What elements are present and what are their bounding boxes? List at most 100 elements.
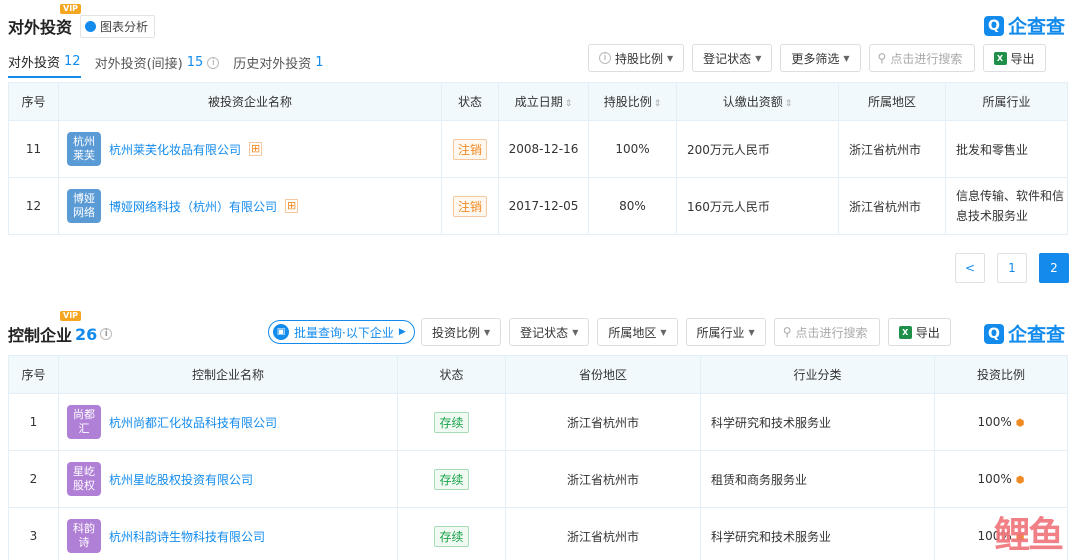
date-cell: 2008-12-16 [498, 120, 589, 178]
table-row: 12 博娅网络 博娅网络科技（杭州）有限公司 ⊞ 注销 2017-12-05 8… [8, 177, 1068, 235]
table-header-row: 序号 被投资企业名称 状态 成立日期 ⇕ 持股比例 ⇕ 认缴出资额 ⇕ 所属地区 所属… [8, 82, 1068, 121]
table-row: 2 星屹股权 杭州星屹股权投资有限公司 存续 浙江省杭州市 租赁和商务服务业 1… [8, 450, 1068, 508]
search-placeholder: 点击进行搜索 [890, 51, 963, 66]
status-badge: 存续 [434, 411, 469, 433]
search-input[interactable]: ⚲ 点击进行搜索 [868, 44, 975, 72]
tab-history-investment[interactable]: 历史对外投资 1 [233, 52, 323, 78]
company-link[interactable]: 杭州尚都汇化妆品科技有限公司 [109, 414, 277, 431]
status-cell: 存续 [397, 393, 506, 451]
row-number: 2 [8, 450, 59, 508]
caret-down-icon: ▼ [484, 327, 491, 337]
page-button-current[interactable]: 2 [1039, 253, 1069, 283]
equity-chain-icon[interactable]: ⬢ [1016, 475, 1025, 486]
prev-page-button[interactable]: < [955, 253, 985, 283]
status-filter[interactable]: 登记状态 ▼ [509, 318, 590, 346]
info-icon[interactable]: i [100, 328, 113, 340]
shareholding-filter[interactable]: i 持股比例 ▼ [588, 44, 685, 72]
caret-down-icon: ▼ [748, 327, 755, 337]
batch-query-label: 批量查询·以下企业 [294, 325, 394, 340]
arrow-right-icon: ▶ [398, 327, 406, 337]
col-header-label: 持股比例 [603, 95, 652, 109]
tab-label: 对外投资 [8, 56, 61, 71]
company-avatar: 博娅网络 [67, 189, 101, 223]
col-header-sortable[interactable]: 持股比例 ⇕ [588, 82, 677, 121]
export-button[interactable]: X 导出 [887, 318, 951, 346]
ratio-value: 100% [977, 472, 1012, 486]
vip-badge: VIP [60, 311, 82, 321]
industry-cell: 信息传输、软件和信息技术服务业 [945, 177, 1068, 235]
investment-table: 序号 被投资企业名称 状态 成立日期 ⇕ 持股比例 ⇕ 认缴出资额 ⇕ 所属地区 所属… [8, 82, 1068, 235]
tab-count: 12 [64, 54, 81, 69]
row-number: 12 [8, 177, 59, 235]
col-header: 序号 [8, 82, 59, 121]
investment-toolbar: i 持股比例 ▼ 登记状态 ▼ 更多筛选 ▼ ⚲ 点击进行搜索 X 导出 [588, 44, 1046, 72]
filter-label: 更多筛选 [791, 51, 840, 66]
company-link[interactable]: 博娅网络科技（杭州）有限公司 [109, 198, 277, 215]
col-header: 状态 [397, 355, 506, 394]
search-icon: ⚲ [877, 51, 887, 65]
pagination: < 1 2 [955, 253, 1069, 283]
sort-icon: ⇕ [784, 99, 793, 109]
section-title-investment: 对外投资 [8, 18, 73, 37]
watermark-logo: 鲤鱼 [993, 515, 1064, 556]
equity-chain-icon[interactable]: ⬢ [1016, 418, 1025, 429]
company-avatar: 尚都汇 [67, 405, 101, 439]
section-title-control: 控制企业 26 i [8, 322, 113, 346]
company-avatar: 杭州莱芙 [67, 132, 101, 166]
col-header: 投资比例 [934, 355, 1068, 394]
company-link[interactable]: 杭州科韵诗生物科技有限公司 [109, 528, 265, 545]
equity-tree-icon[interactable]: ⊞ [249, 142, 263, 156]
qcc-logo: Q 企查查 [984, 320, 1065, 347]
caret-down-icon: ▼ [667, 53, 674, 63]
company-link[interactable]: 杭州星屹股权投资有限公司 [109, 471, 253, 488]
info-icon[interactable]: i [207, 56, 220, 69]
tab-label: 历史对外投资 [233, 57, 312, 72]
export-label: 导出 [1010, 51, 1035, 66]
control-table: 序号 控制企业名称 状态 省份地区 行业分类 投资比例 1 尚都汇 杭州尚都汇化… [8, 355, 1068, 560]
page-button[interactable]: 1 [997, 253, 1027, 283]
section-count: 26 [75, 324, 98, 344]
excel-icon: X [993, 51, 1007, 65]
chart-analysis-label: 图表分析 [100, 20, 149, 34]
col-header-label: 成立日期 [514, 95, 563, 109]
invest-ratio-filter[interactable]: 投资比例 ▼ [421, 318, 502, 346]
company-link[interactable]: 杭州莱芙化妆品有限公司 [109, 141, 241, 158]
col-header: 序号 [8, 355, 59, 394]
company-cell: 科韵诗 杭州科韵诗生物科技有限公司 [58, 507, 398, 560]
more-filter[interactable]: 更多筛选 ▼ [780, 44, 861, 72]
tab-label: 对外投资(间接) [94, 57, 183, 72]
search-placeholder: 点击进行搜索 [795, 325, 868, 340]
industry-cell: 科学研究和技术服务业 [700, 507, 935, 560]
col-header: 控制企业名称 [58, 355, 398, 394]
col-header-sortable[interactable]: 认缴出资额 ⇕ [676, 82, 839, 121]
caret-down-icon: ▼ [843, 53, 850, 63]
sort-icon: ⇕ [653, 99, 662, 109]
tab-count: 1 [315, 55, 324, 70]
export-button[interactable]: X 导出 [982, 44, 1046, 72]
row-number: 1 [8, 393, 59, 451]
status-cell: 注销 [441, 177, 499, 235]
company-cell: 星屹股权 杭州星屹股权投资有限公司 [58, 450, 398, 508]
table-row: 11 杭州莱芙 杭州莱芙化妆品有限公司 ⊞ 注销 2008-12-16 100%… [8, 120, 1068, 178]
equity-tree-icon[interactable]: ⊞ [285, 199, 299, 213]
col-header: 所属地区 [838, 82, 946, 121]
caret-down-icon: ▼ [660, 327, 667, 337]
tab-indirect-investment[interactable]: 对外投资(间接) 15 i [95, 52, 220, 78]
batch-query-icon: ▣ [273, 324, 289, 340]
col-header-label: 认缴出资额 [722, 95, 783, 109]
batch-query-button[interactable]: ▣ 批量查询·以下企业 ▶ [268, 320, 415, 344]
export-label: 导出 [915, 325, 940, 340]
excel-icon: X [898, 325, 912, 339]
tab-direct-investment[interactable]: 对外投资 12 [8, 52, 81, 78]
col-header-sortable[interactable]: 成立日期 ⇕ [498, 82, 589, 121]
caret-down-icon: ▼ [572, 327, 579, 337]
chart-analysis-button[interactable]: 图表分析 [80, 15, 156, 38]
caret-down-icon: ▼ [755, 53, 762, 63]
region-cell: 浙江省杭州市 [838, 177, 946, 235]
ratio-cell: 80% [588, 177, 677, 235]
region-filter[interactable]: 所属地区 ▼ [597, 318, 678, 346]
search-input[interactable]: ⚲ 点击进行搜索 [773, 318, 880, 346]
col-header: 省份地区 [505, 355, 701, 394]
industry-filter[interactable]: 所属行业 ▼ [685, 318, 766, 346]
status-filter[interactable]: 登记状态 ▼ [692, 44, 773, 72]
